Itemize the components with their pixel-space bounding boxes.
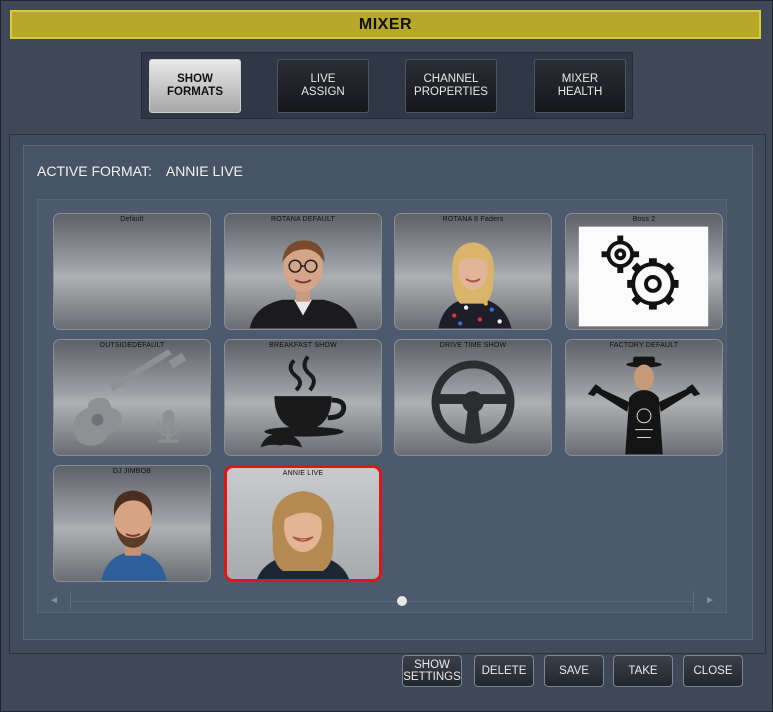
scroll-right-arrow-icon[interactable]: ► [705, 595, 715, 606]
format-tile-label: OUTSIDEDEFAULT [99, 342, 165, 349]
active-format-value: ANNIE LIVE [165, 163, 243, 179]
guitar-microphone-icon [54, 350, 210, 455]
format-tile-outsidedefault[interactable]: OUTSIDEDEFAULT [53, 339, 211, 456]
take-button[interactable]: TAKE [613, 655, 673, 687]
close-button[interactable]: CLOSE [683, 655, 743, 687]
format-tile-dj-jimbob[interactable]: DJ JIMBOB [53, 465, 211, 582]
format-tile-drive-time-show[interactable]: DRIVE TIME SHOW [394, 339, 552, 456]
scroll-thumb[interactable] [397, 596, 407, 606]
title-bar: MIXER [10, 10, 761, 39]
format-tile-label: Boss 2 [632, 216, 656, 223]
format-tile-label: Default [120, 216, 144, 223]
scroll-track[interactable] [70, 601, 694, 602]
gears-icon [566, 226, 722, 329]
format-tile-rotana-8-faders[interactable]: ROTANA 8 Faders [394, 213, 552, 330]
format-tile-label: BREAKFAST SHOW [269, 342, 337, 349]
format-tile-default[interactable]: Default [53, 213, 211, 330]
format-tile-label: DJ JIMBOB [112, 468, 152, 475]
person-photo [227, 480, 379, 579]
tab-bar: SHOW FORMATS LIVE ASSIGN CHANNEL PROPERT… [141, 52, 633, 119]
person-photo [225, 226, 381, 329]
save-button[interactable]: SAVE [544, 655, 604, 687]
show-formats-panel: ACTIVE FORMAT: ANNIE LIVE Default ROTANA … [23, 145, 753, 640]
format-tile-annie-live[interactable]: ANNIE LIVE [224, 465, 382, 582]
active-format-label: ACTIVE FORMAT: [37, 163, 152, 179]
scroll-divider [693, 591, 694, 611]
person-photo [566, 352, 722, 455]
main-panel: ACTIVE FORMAT: ANNIE LIVE Default ROTANA … [9, 134, 766, 654]
steering-wheel-icon [395, 352, 551, 455]
active-format: ACTIVE FORMAT: ANNIE LIVE [37, 163, 243, 179]
show-settings-button[interactable]: SHOW SETTINGS [402, 655, 462, 687]
format-tile-label: ROTANA 8 Faders [442, 216, 504, 223]
tab-channel-properties[interactable]: CHANNEL PROPERTIES [405, 59, 497, 113]
tab-mixer-health[interactable]: MIXER HEALTH [534, 59, 626, 113]
tab-show-formats[interactable]: SHOW FORMATS [149, 59, 241, 113]
format-tile-label: ANNIE LIVE [282, 470, 324, 477]
format-tile-label: DRIVE TIME SHOW [439, 342, 507, 349]
person-photo [54, 478, 210, 581]
person-photo [395, 226, 551, 329]
coffee-cup-icon [225, 352, 381, 455]
format-grid: Default ROTANA DEFAULT ROTANA 8 Faders B… [37, 199, 727, 613]
mixer-window: MIXER SHOW FORMATS LIVE ASSIGN CHANNEL P… [0, 0, 773, 712]
format-tile-breakfast-show[interactable]: BREAKFAST SHOW [224, 339, 382, 456]
format-tile-rotana-default[interactable]: ROTANA DEFAULT [224, 213, 382, 330]
format-tile-label: ROTANA DEFAULT [271, 216, 335, 223]
tab-live-assign[interactable]: LIVE ASSIGN [277, 59, 369, 113]
scroll-left-arrow-icon[interactable]: ◄ [49, 595, 59, 606]
format-tile-factory-default[interactable]: FACTORY DEFAULT [565, 339, 723, 456]
format-tile-label: FACTORY DEFAULT [609, 342, 679, 349]
format-tile-boss-2[interactable]: Boss 2 [565, 213, 723, 330]
horizontal-scrollbar[interactable]: ◄ ► [37, 591, 727, 613]
delete-button[interactable]: DELETE [474, 655, 534, 687]
window-title: MIXER [358, 15, 413, 33]
